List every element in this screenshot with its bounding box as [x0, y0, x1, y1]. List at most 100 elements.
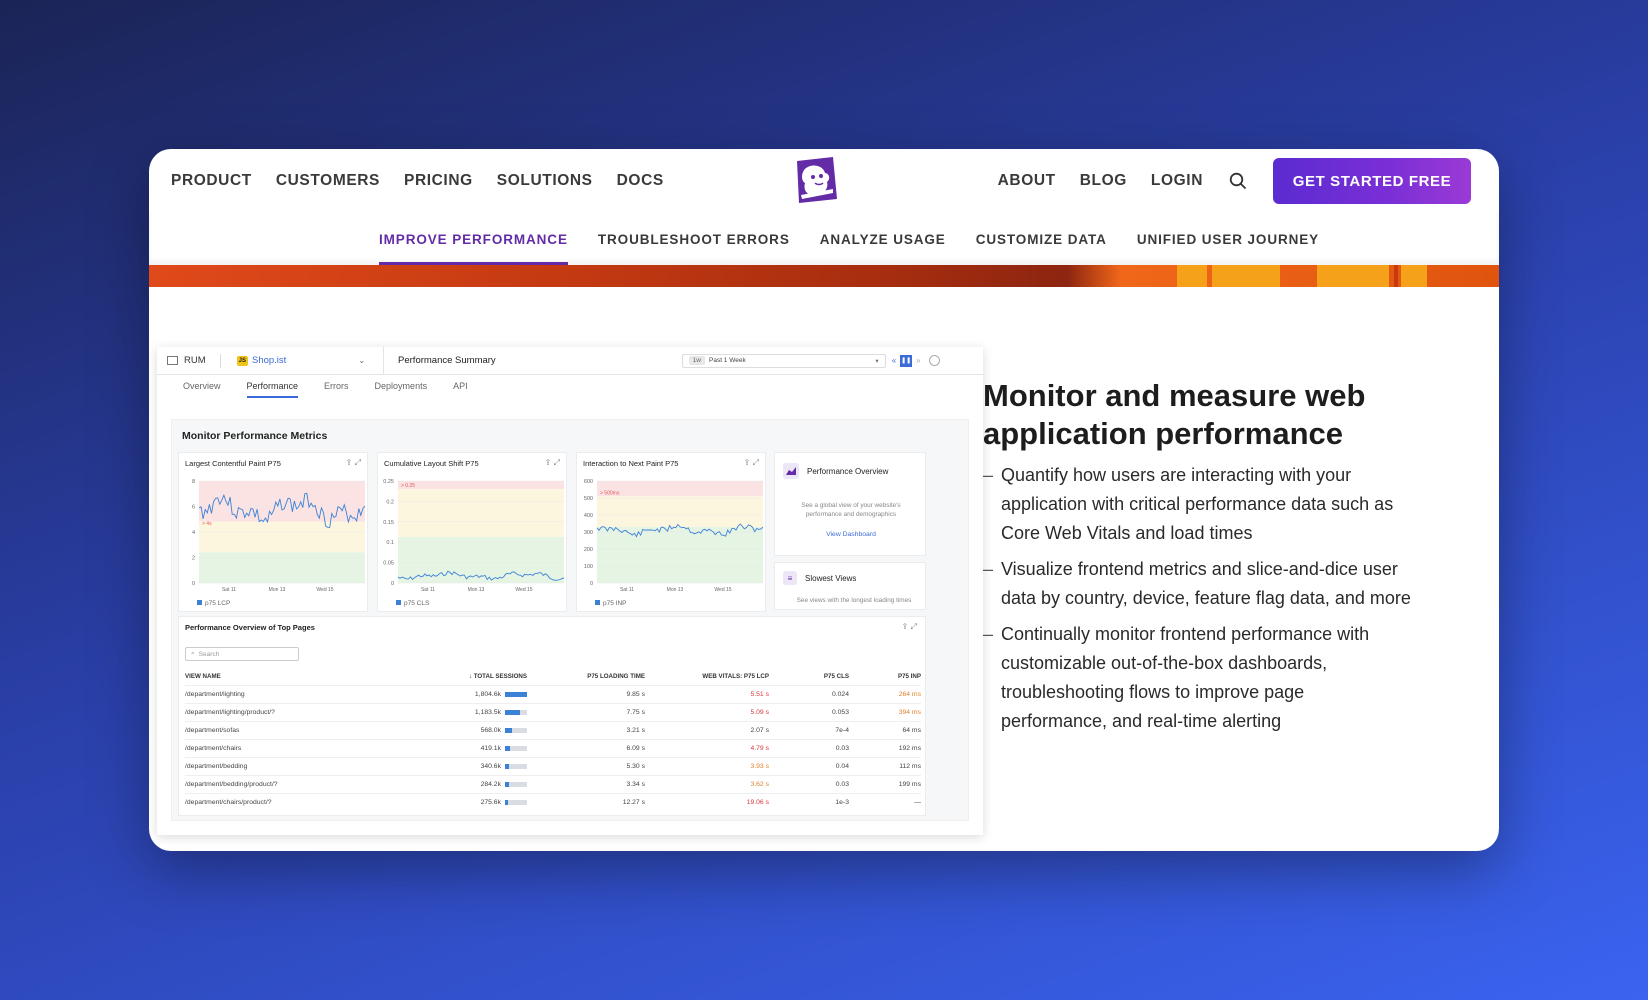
- table-row[interactable]: /department/chairs/product/? 275.6k 12.27 …: [185, 793, 921, 811]
- widget-legend: p75 INP: [595, 600, 627, 607]
- top-nav: PRODUCT CUSTOMERS PRICING SOLUTIONS DOCS…: [149, 149, 1499, 213]
- widget-actions-icon[interactable]: ⇪ ⤢: [545, 458, 560, 468]
- loading-time-cell: 12.27 s: [622, 799, 645, 806]
- rewind-icon[interactable]: «: [892, 356, 896, 365]
- tab-improve-performance[interactable]: IMPROVE PERFORMANCE: [379, 213, 568, 265]
- dog-logo-icon[interactable]: [789, 155, 841, 207]
- time-picker[interactable]: 1w Past 1 Week ▾: [681, 353, 886, 368]
- sessions-bar: [505, 727, 527, 733]
- nav-login[interactable]: LOGIN: [1151, 172, 1203, 190]
- dash-tab-performance[interactable]: Performance: [246, 381, 299, 398]
- nav-docs[interactable]: DOCS: [617, 172, 664, 190]
- js-badge-icon: JS: [236, 355, 248, 366]
- threshold-band: [199, 521, 365, 553]
- threshold-label: > 500ms: [600, 490, 620, 496]
- dash-tab-deployments[interactable]: Deployments: [375, 381, 428, 398]
- threshold-band: [199, 481, 365, 522]
- threshold-band: [597, 496, 763, 527]
- cls-chart: 0.25 0.2 0.15 0.1 0.05 0 > 0.25 Sat 11 Mon 13 Wed…: [383, 479, 565, 593]
- dash-bullet-icon: –: [983, 559, 994, 579]
- table-row[interactable]: /department/bedding 340.6k 5.30 s 3.93 s 0.0…: [185, 757, 921, 775]
- dash-tab-errors[interactable]: Errors: [324, 381, 349, 398]
- view-dashboard-link[interactable]: View Dashboard: [775, 531, 927, 538]
- nav-solutions[interactable]: SOLUTIONS: [497, 172, 593, 190]
- y-tick-label: 2: [192, 556, 195, 562]
- divider: [383, 347, 385, 375]
- nav-blog[interactable]: BLOG: [1080, 172, 1127, 190]
- sessions-bar: [505, 781, 527, 787]
- threshold-band: [597, 526, 763, 583]
- nav-about[interactable]: ABOUT: [998, 172, 1056, 190]
- loading-time-cell: 9.85 s: [626, 691, 645, 698]
- y-tick-label: 0.25: [383, 479, 394, 485]
- pause-icon[interactable]: ❚❚: [900, 354, 913, 367]
- zoom-icon[interactable]: [928, 355, 940, 366]
- feature-item: – Quantify how users are interacting with…: [983, 461, 1413, 548]
- loading-time-cell: 7.75 s: [626, 709, 645, 716]
- performance-overview-card[interactable]: Performance Overview See a global view o…: [774, 452, 926, 556]
- view-name[interactable]: /department/chairs/product/?: [185, 799, 405, 806]
- nav-left: PRODUCT CUSTOMERS PRICING SOLUTIONS DOCS: [171, 149, 664, 213]
- col-lcp[interactable]: WEB VITALS: P75 LCP: [645, 673, 769, 680]
- nav-product[interactable]: PRODUCT: [171, 172, 252, 190]
- nav-pricing[interactable]: PRICING: [404, 172, 473, 190]
- nav-customers[interactable]: CUSTOMERS: [276, 172, 380, 190]
- col-loading-time[interactable]: P75 LOADING TIME: [527, 673, 645, 680]
- threshold-band: [398, 489, 564, 538]
- lcp-cell: 5.09 s: [750, 709, 769, 716]
- table-row[interactable]: /department/lighting 1,804.6k 9.85 s 5.51 s…: [185, 685, 921, 703]
- col-inp[interactable]: P75 INP: [849, 673, 921, 680]
- app-selector[interactable]: Shop.ist: [252, 355, 286, 366]
- sessions-cell: 340.6k: [405, 763, 527, 770]
- dash-tab-overview[interactable]: Overview: [183, 381, 221, 398]
- divider: [219, 353, 221, 368]
- table-search[interactable]: ⌕ Search: [185, 647, 299, 661]
- dash-tab-api[interactable]: API: [453, 381, 468, 398]
- chevron-down-icon[interactable]: ⌄: [358, 356, 365, 365]
- table-row[interactable]: /department/lighting/product/? 1,183.5k 7.…: [185, 703, 921, 721]
- x-tick-label: Mon 13: [269, 587, 286, 593]
- search-icon[interactable]: [1227, 170, 1249, 192]
- feature-text: Quantify how users are interacting with …: [1001, 465, 1394, 543]
- lcp-cell: 2.07 s: [750, 727, 769, 734]
- x-tick-label: Sat 11: [421, 587, 435, 593]
- get-started-button[interactable]: GET STARTED FREE: [1273, 158, 1471, 204]
- y-tick-label: 300: [584, 530, 593, 536]
- feature-item: – Visualize frontend metrics and slice-an…: [983, 555, 1413, 613]
- forward-icon[interactable]: »: [916, 356, 920, 365]
- tab-analyze-usage[interactable]: ANALYZE USAGE: [820, 213, 946, 265]
- view-name[interactable]: /department/lighting: [185, 691, 405, 698]
- table-row[interactable]: /department/chairs 419.1k 6.09 s 4.79 s 0.03…: [185, 739, 921, 757]
- view-name[interactable]: /department/sofas: [185, 727, 405, 734]
- inp-chart: 600 500 400 300 200 100 0 > 500ms Sat 11 Mon 13 We…: [584, 479, 764, 593]
- widget-actions-icon[interactable]: ⇪ ⤢: [346, 458, 361, 468]
- widget-actions-icon[interactable]: ⇪ ⤢: [744, 458, 759, 468]
- card-title: Performance Overview: [807, 466, 889, 476]
- y-tick-label: 400: [584, 513, 593, 519]
- tab-customize-data[interactable]: CUSTOMIZE DATA: [976, 213, 1107, 265]
- loading-time-cell: 6.09 s: [626, 745, 645, 752]
- cls-cell: 0.03: [835, 781, 849, 788]
- slowest-views-card[interactable]: ≡ Slowest Views See views with the longe…: [774, 562, 926, 610]
- y-tick-label: 0.15: [383, 520, 394, 526]
- page-title: Performance Summary: [398, 355, 496, 366]
- table-row[interactable]: /department/sofas 568.0k 3.21 s 2.07 s 7e-4 6…: [185, 721, 921, 739]
- table-actions-icon[interactable]: ⇪ ⤢: [902, 622, 917, 632]
- tab-unified-user-journey[interactable]: UNIFIED USER JOURNEY: [1137, 213, 1319, 265]
- lcp-cell: 5.51 s: [750, 691, 769, 698]
- tab-troubleshoot-errors[interactable]: TROUBLESHOOT ERRORS: [598, 213, 790, 265]
- view-name[interactable]: /department/chairs: [185, 745, 405, 752]
- col-view-name[interactable]: VIEW NAME: [185, 673, 405, 680]
- card-title: Slowest Views: [805, 573, 857, 583]
- col-total-sessions[interactable]: ↓ TOTAL SESSIONS: [405, 673, 527, 680]
- table-row[interactable]: /department/bedding/product/? 284.2k 3.34 …: [185, 775, 921, 793]
- sessions-cell: 1,183.5k: [405, 709, 527, 716]
- col-cls[interactable]: P75 CLS: [769, 673, 849, 680]
- widget-legend: p75 CLS: [396, 600, 429, 607]
- view-name[interactable]: /department/bedding/product/?: [185, 781, 405, 788]
- headline: Monitor and measure web application perf…: [983, 378, 1366, 451]
- threshold-band: [597, 481, 763, 497]
- sessions-cell: 568.0k: [405, 727, 527, 734]
- view-name[interactable]: /department/bedding: [185, 763, 405, 770]
- view-name[interactable]: /department/lighting/product/?: [185, 709, 405, 716]
